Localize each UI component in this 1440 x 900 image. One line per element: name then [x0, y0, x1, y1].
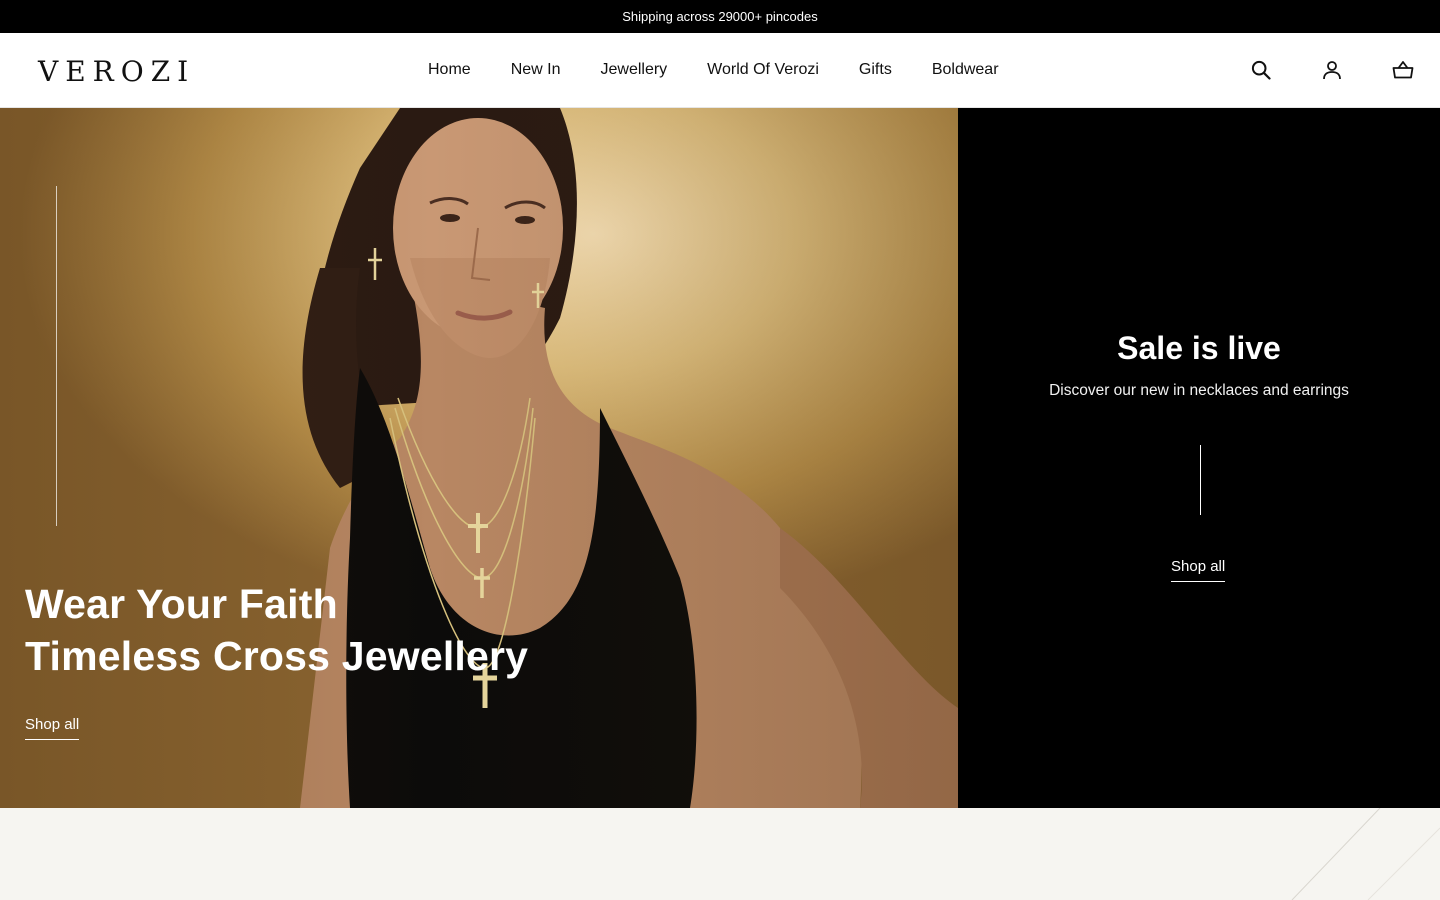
cart-icon[interactable]	[1392, 59, 1414, 81]
site-header: VEROZI Home New In Jewellery World Of Ve…	[0, 33, 1440, 108]
promo-shop-all-link[interactable]: Shop all	[1171, 558, 1226, 582]
hero-vertical-line	[56, 186, 57, 526]
promo-vertical-line	[1200, 445, 1201, 515]
next-section	[0, 808, 1440, 900]
hero-title-line2: Timeless Cross Jewellery	[25, 633, 529, 679]
brand-logo[interactable]: VEROZI	[38, 55, 195, 88]
user-icon[interactable]	[1321, 59, 1343, 81]
hero-banner[interactable]: Wear Your Faith Timeless Cross Jewellery…	[0, 108, 958, 808]
announcement-bar: Shipping across 29000+ pincodes	[0, 0, 1440, 33]
nav-boldwear[interactable]: Boldwear	[932, 61, 999, 79]
announcement-text: Shipping across 29000+ pincodes	[622, 9, 818, 24]
hero-overlay	[0, 108, 958, 808]
nav-gifts[interactable]: Gifts	[859, 61, 892, 79]
promo-subtitle: Discover our new in necklaces and earrin…	[1049, 382, 1349, 399]
header-icons	[1250, 33, 1414, 107]
nav-world-of-verozi[interactable]: World Of Verozi	[707, 61, 819, 79]
promo-title: Sale is live	[1117, 330, 1281, 366]
nav-new-in[interactable]: New In	[511, 61, 561, 79]
nav-jewellery[interactable]: Jewellery	[600, 61, 667, 79]
hero-title: Wear Your Faith Timeless Cross Jewellery	[25, 578, 528, 682]
main-nav: Home New In Jewellery World Of Verozi Gi…	[428, 33, 999, 107]
search-icon[interactable]	[1250, 59, 1272, 81]
hero-shop-all-link[interactable]: Shop all	[25, 716, 80, 740]
sale-promo-panel: Sale is live Discover our new in necklac…	[958, 108, 1440, 808]
hero-title-line1: Wear Your Faith	[25, 581, 338, 627]
decorative-lines	[1291, 808, 1440, 900]
nav-home[interactable]: Home	[428, 61, 471, 79]
